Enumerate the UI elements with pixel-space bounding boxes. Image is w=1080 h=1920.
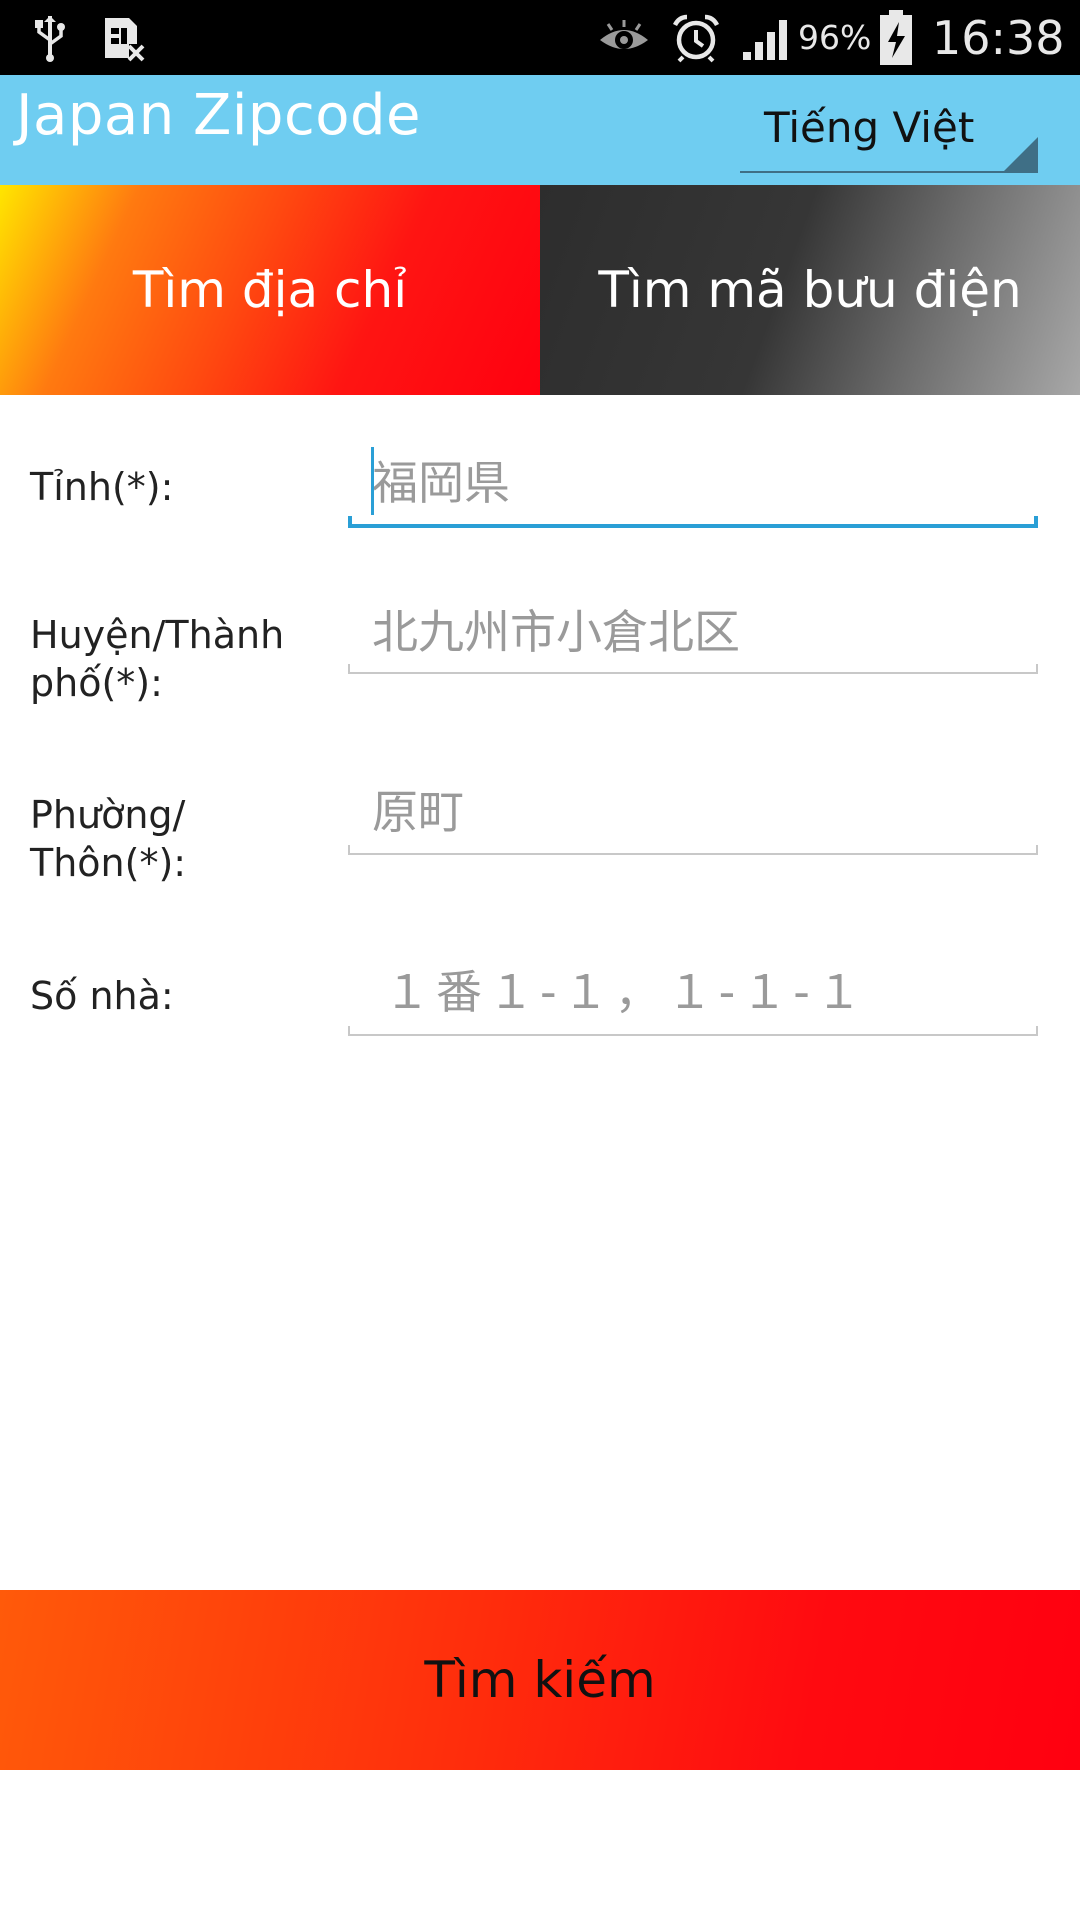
eye-icon	[596, 0, 652, 75]
town-label-line1: Phường/	[30, 793, 186, 837]
prefecture-underline	[348, 516, 1038, 528]
status-bar: 96% 16:38	[0, 0, 1080, 75]
city-underline	[348, 664, 1038, 674]
prefecture-input[interactable]	[348, 443, 1038, 523]
address-number-underline	[348, 1026, 1038, 1036]
battery-percent: 96%	[798, 18, 872, 57]
dropdown-triangle-icon	[1002, 137, 1038, 173]
town-input[interactable]	[348, 772, 1038, 852]
prefecture-label: Tỉnh(*):	[30, 465, 174, 509]
app-title: Japan Zipcode	[16, 83, 422, 148]
city-input[interactable]	[348, 592, 1038, 672]
tab-bar: Tìm địa chỉ Tìm mã bưu điện	[0, 185, 1080, 395]
battery-charging-icon	[876, 0, 916, 75]
town-underline	[348, 845, 1038, 855]
city-label: Huyện/Thành phố(*):	[30, 611, 320, 707]
usb-icon	[30, 0, 70, 75]
alarm-icon	[670, 0, 722, 75]
signal-icon	[740, 0, 794, 75]
town-label: Phường/ Thôn(*):	[30, 791, 320, 887]
text-cursor	[371, 447, 374, 515]
city-label-line1: Huyện/Thành	[30, 613, 285, 657]
search-button[interactable]: Tìm kiếm	[0, 1590, 1080, 1770]
tab-find-address[interactable]: Tìm địa chỉ	[0, 185, 540, 395]
language-label: Tiếng Việt	[764, 103, 975, 152]
clock: 16:38	[932, 10, 1065, 65]
app-screen: 96% 16:38 Japan Zipcode Tiếng Việt Tìm đ…	[0, 0, 1080, 1920]
address-number-label: Số nhà:	[30, 974, 174, 1018]
town-label-line2: Thôn(*):	[30, 841, 187, 885]
city-label-line2: phố(*):	[30, 661, 163, 705]
sim-card-icon	[98, 0, 148, 75]
action-bar: Japan Zipcode Tiếng Việt	[0, 75, 1080, 185]
language-spinner-underline	[740, 171, 1038, 173]
language-spinner[interactable]: Tiếng Việt	[740, 89, 1038, 173]
tab-find-zipcode[interactable]: Tìm mã bưu điện	[540, 185, 1080, 395]
address-number-input[interactable]	[348, 952, 1038, 1032]
